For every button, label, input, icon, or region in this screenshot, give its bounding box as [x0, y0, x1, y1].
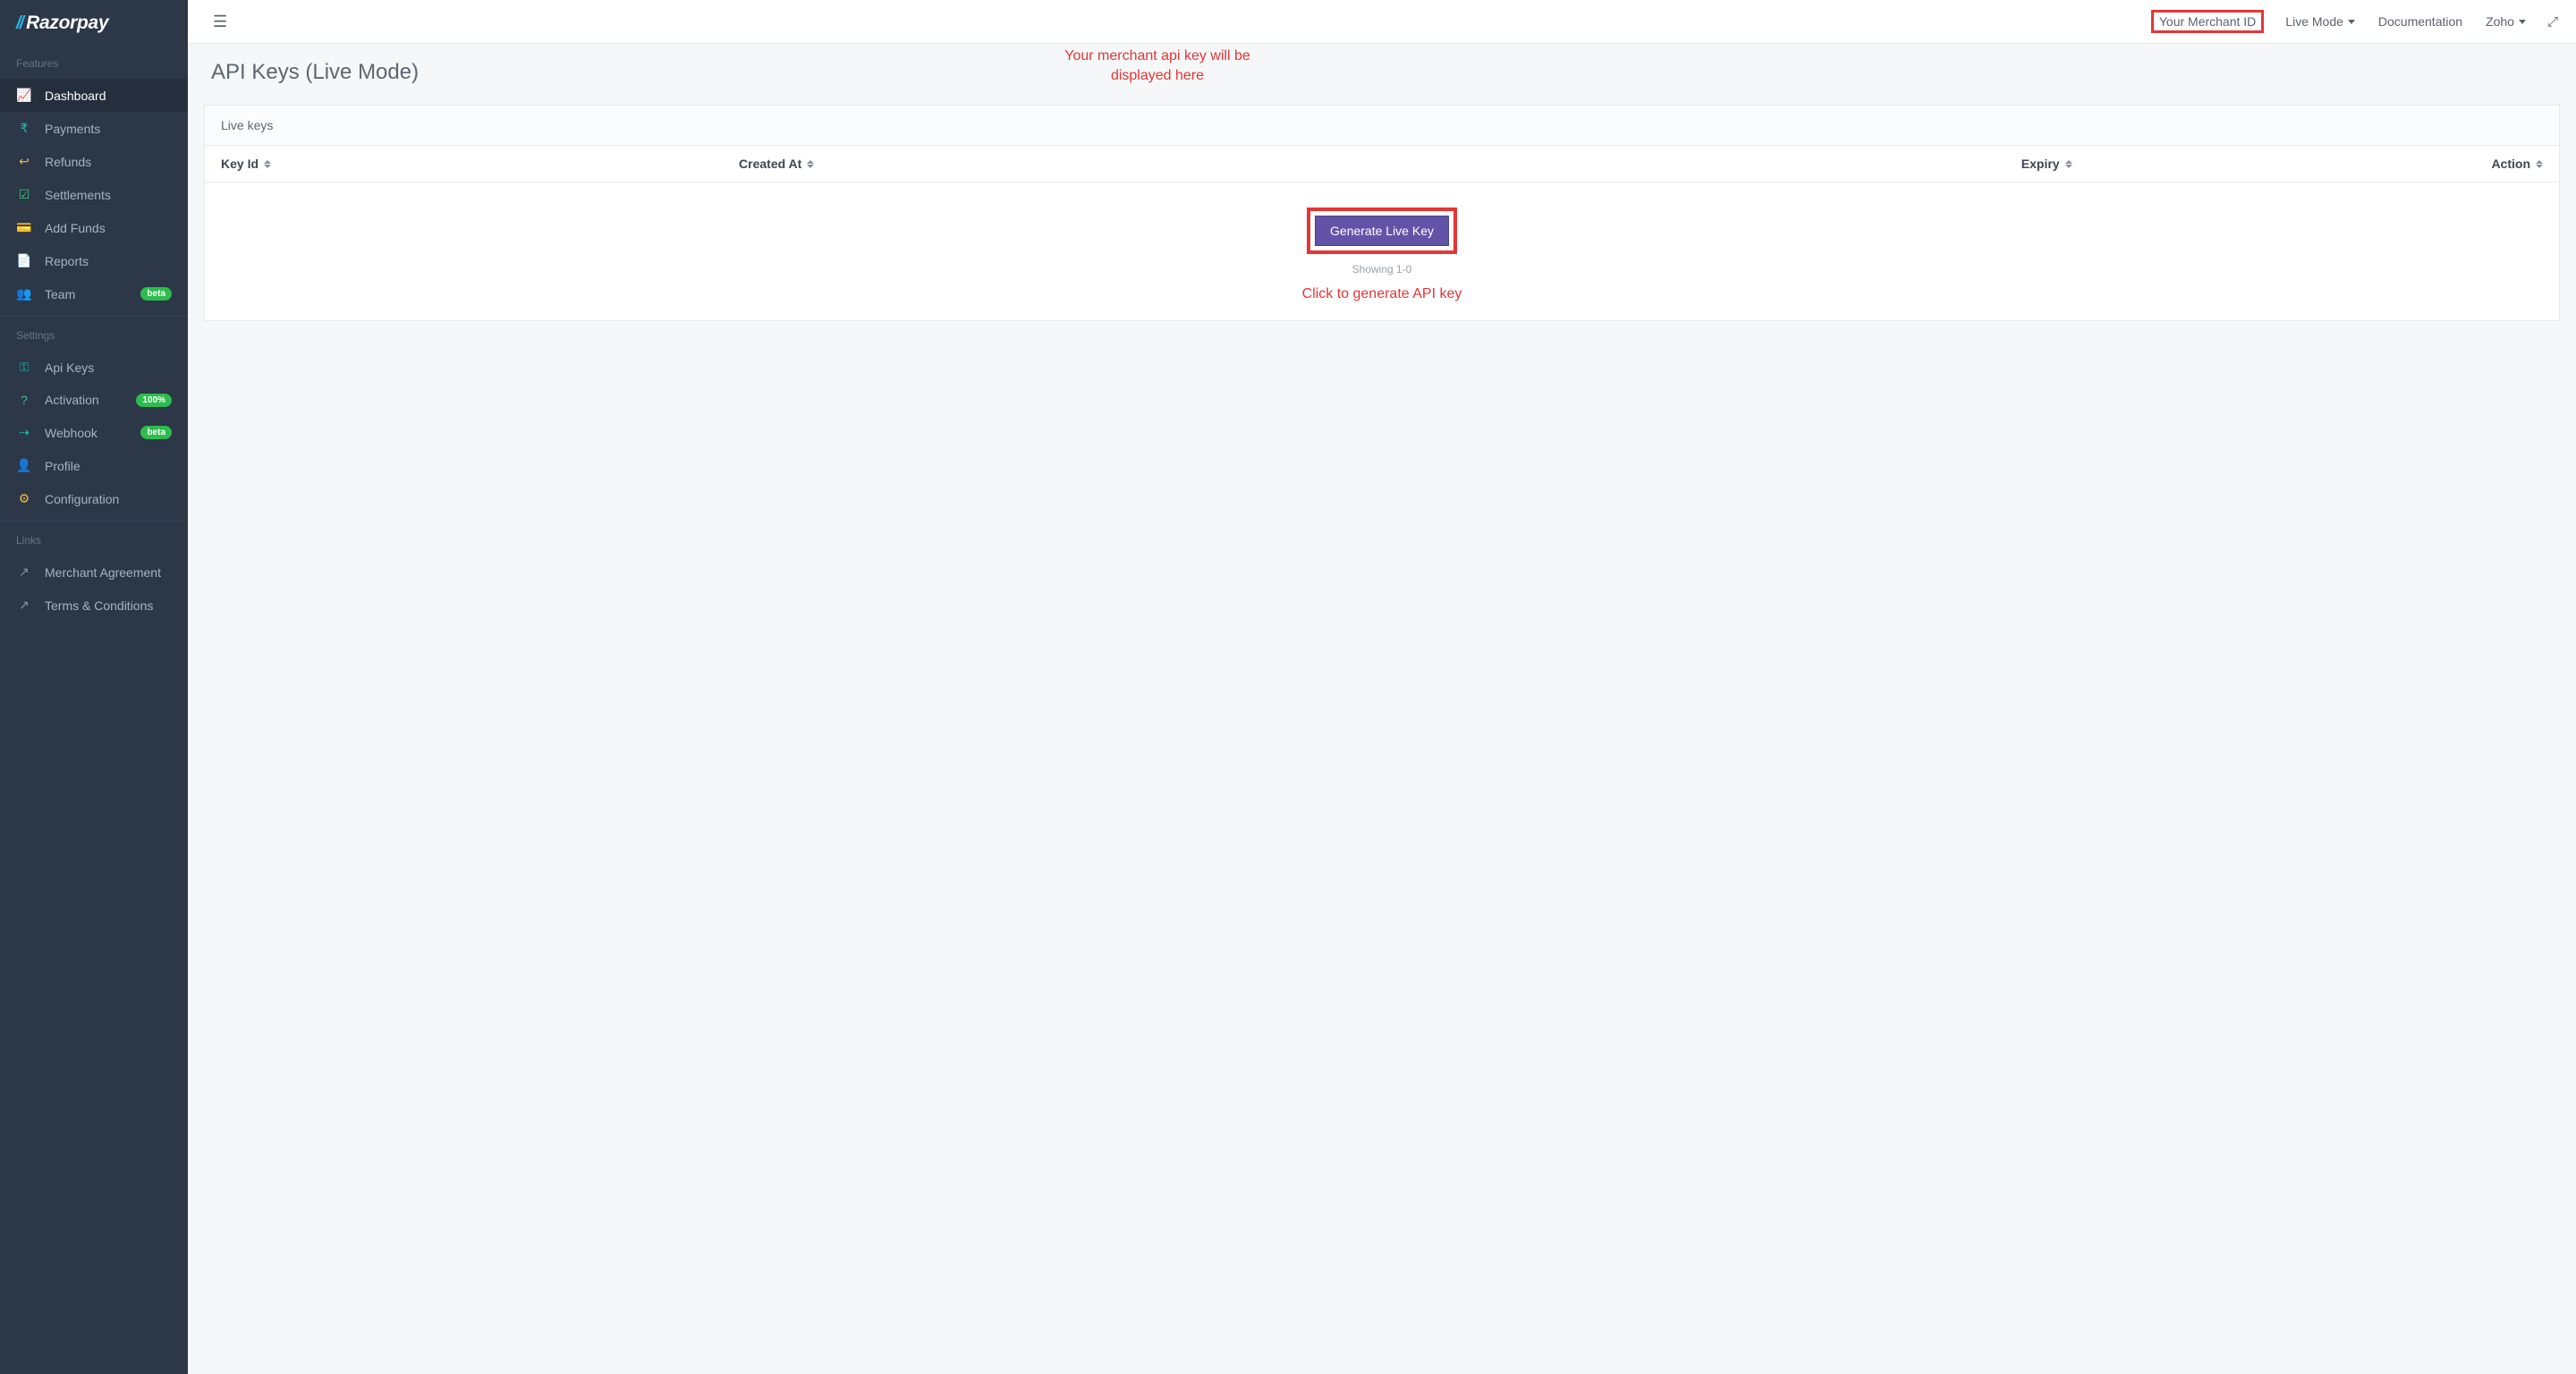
sidebar: // Razorpay Features 📈 Dashboard ₹ Payme… [0, 0, 188, 1374]
sidebar-item-label: Activation [45, 393, 123, 407]
nav-section-links: Links [0, 522, 188, 556]
brand-logo[interactable]: // Razorpay [0, 0, 188, 45]
mode-dropdown[interactable]: Live Mode [2284, 11, 2357, 32]
beta-badge: beta [140, 426, 172, 439]
sidebar-item-team[interactable]: 👥 Team beta [0, 277, 188, 310]
page-header: API Keys (Live Mode) [188, 44, 2576, 105]
sidebar-item-configuration[interactable]: ⚙ Configuration [0, 482, 188, 515]
sidebar-item-label: Webhook [45, 426, 128, 440]
caret-down-icon [2348, 20, 2355, 24]
brand-name: Razorpay [26, 13, 108, 34]
column-action[interactable]: Action [2089, 146, 2559, 182]
sidebar-item-add-funds[interactable]: 💳 Add Funds [0, 211, 188, 244]
column-label: Key Id [221, 157, 258, 171]
main-area: ☰ Your Merchant ID Live Mode Documentati… [188, 0, 2576, 1374]
sidebar-item-profile[interactable]: 👤 Profile [0, 449, 188, 482]
account-label: Zoho [2486, 14, 2514, 29]
sidebar-item-dashboard[interactable]: 📈 Dashboard [0, 79, 188, 112]
sidebar-item-label: Api Keys [45, 360, 172, 375]
merchant-id-link[interactable]: Your Merchant ID [2151, 10, 2264, 33]
key-icon: ⚿ [16, 360, 32, 375]
documentation-link[interactable]: Documentation [2377, 11, 2464, 32]
progress-badge: 100% [136, 394, 172, 407]
sidebar-item-label: Terms & Conditions [45, 598, 172, 613]
external-link-icon: ↗ [16, 598, 32, 613]
sidebar-item-label: Team [45, 287, 128, 301]
topbar: ☰ Your Merchant ID Live Mode Documentati… [188, 0, 2576, 44]
table-header: Key Id Created At Expiry Action [205, 146, 2559, 182]
sidebar-toggle-icon[interactable]: ☰ [206, 9, 234, 35]
file-icon: 📄 [16, 253, 32, 268]
card-heading: Live keys [205, 106, 2559, 146]
check-square-icon: ☑ [16, 187, 32, 202]
column-label: Expiry [2021, 157, 2060, 171]
sidebar-item-label: Profile [45, 459, 172, 473]
fullscreen-icon[interactable]: ⤢ [2547, 14, 2558, 30]
column-label: Action [2491, 157, 2530, 171]
sidebar-item-settlements[interactable]: ☑ Settlements [0, 178, 188, 211]
sidebar-item-label: Dashboard [45, 89, 172, 103]
area-chart-icon: 📈 [16, 88, 32, 103]
caret-down-icon [2519, 20, 2526, 24]
sidebar-item-merchant-agreement[interactable]: ↗ Merchant Agreement [0, 556, 188, 589]
undo-icon: ↩ [16, 154, 32, 169]
sidebar-item-webhook[interactable]: ⇢ Webhook beta [0, 416, 188, 449]
sidebar-item-label: Add Funds [45, 221, 172, 235]
sort-icon [807, 160, 814, 168]
card-body: Generate Live Key Showing 1-0 Click to g… [205, 182, 2559, 320]
column-created-at[interactable]: Created At [723, 146, 1382, 182]
sidebar-item-label: Merchant Agreement [45, 565, 172, 580]
sort-icon [2536, 160, 2543, 168]
nav-section-settings: Settings [0, 317, 188, 351]
mode-label: Live Mode [2285, 14, 2343, 29]
nav-section-features: Features [0, 45, 188, 79]
rupee-icon: ₹ [16, 121, 32, 136]
sidebar-item-terms[interactable]: ↗ Terms & Conditions [0, 589, 188, 622]
sidebar-item-label: Configuration [45, 492, 172, 506]
sort-icon [264, 160, 271, 168]
account-dropdown[interactable]: Zoho [2484, 11, 2528, 32]
beta-badge: beta [140, 287, 172, 301]
sidebar-item-api-keys[interactable]: ⚿ Api Keys [0, 351, 188, 384]
column-label: Created At [739, 157, 801, 171]
help-icon: ? [16, 393, 32, 407]
sidebar-item-label: Payments [45, 122, 172, 136]
logo-icon: // [16, 13, 22, 34]
page-title: API Keys (Live Mode) [211, 60, 2553, 85]
column-expiry[interactable]: Expiry [1382, 146, 2089, 182]
sidebar-item-label: Refunds [45, 155, 172, 169]
sidebar-item-label: Settlements [45, 188, 172, 202]
external-link-icon: ↗ [16, 564, 32, 580]
annotation-merchant-id: Your merchant api key will be displayed … [1059, 47, 1256, 85]
sidebar-item-reports[interactable]: 📄 Reports [0, 244, 188, 277]
wallet-icon: 💳 [16, 220, 32, 235]
gear-icon: ⚙ [16, 491, 32, 506]
sidebar-item-refunds[interactable]: ↩ Refunds [0, 145, 188, 178]
annotation-generate-key: Click to generate API key [221, 284, 2543, 304]
pagination-showing: Showing 1-0 [221, 263, 2543, 276]
sort-icon [2065, 160, 2072, 168]
live-keys-card: Live keys Key Id Created At Expiry Actio… [204, 105, 2560, 321]
sidebar-item-payments[interactable]: ₹ Payments [0, 112, 188, 145]
sidebar-item-label: Reports [45, 254, 172, 268]
users-icon: 👥 [16, 286, 32, 301]
generate-highlight: Generate Live Key [1307, 208, 1457, 254]
user-icon: 👤 [16, 458, 32, 473]
generate-live-key-button[interactable]: Generate Live Key [1315, 216, 1449, 246]
column-key-id[interactable]: Key Id [205, 146, 723, 182]
share-icon: ⇢ [16, 425, 32, 440]
sidebar-item-activation[interactable]: ? Activation 100% [0, 384, 188, 416]
